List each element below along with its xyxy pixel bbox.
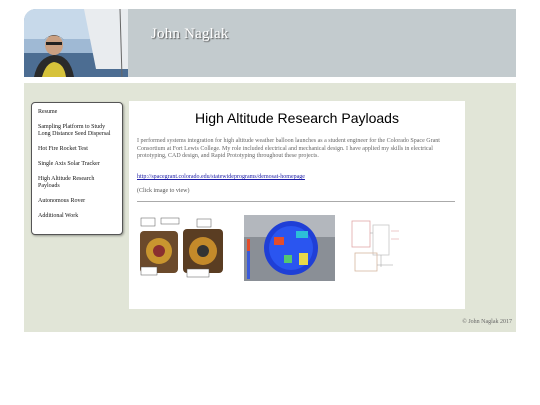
divider xyxy=(137,201,455,202)
click-hint: (Click image to view) xyxy=(137,188,190,194)
schematic-thumbnail[interactable] xyxy=(349,215,406,281)
sidebar-nav: Resume Sampling Platform to Study Long D… xyxy=(31,102,123,235)
project-description: I performed systems integration for high… xyxy=(137,138,440,159)
site-title: John Naglak xyxy=(151,26,229,42)
sidebar-item-seed-dispersal[interactable]: Sampling Platform to Study Long Distance… xyxy=(38,124,117,138)
sidebar-item-additional-work[interactable]: Additional Work xyxy=(38,213,117,220)
main-content: High Altitude Research Payloads I perfor… xyxy=(129,101,465,309)
sidebar-item-rocket-test[interactable]: Hot Fire Rocket Test xyxy=(38,146,117,153)
sidebar-item-resume[interactable]: Resume xyxy=(38,109,117,116)
copyright-footer: © John Naglak 2017 xyxy=(462,319,512,325)
demosat-link[interactable]: http://spacegrant.colorado.edu/statewide… xyxy=(137,174,305,180)
cad-render-thumbnail[interactable] xyxy=(244,215,335,281)
sidebar-item-research-payloads[interactable]: High Altitude Research Payloads xyxy=(38,176,117,190)
sidebar-item-autonomous-rover[interactable]: Autonomous Rover xyxy=(38,198,117,205)
payload-photo-thumbnail[interactable] xyxy=(137,215,226,281)
sailing-portrait-photo xyxy=(24,9,128,77)
page-title: High Altitude Research Payloads xyxy=(195,110,399,126)
page-wrapper: Resume Sampling Platform to Study Long D… xyxy=(24,83,516,332)
sidebar-item-solar-tracker[interactable]: Single Axis Solar Tracker xyxy=(38,161,117,168)
site-header: John Naglak xyxy=(24,9,516,77)
